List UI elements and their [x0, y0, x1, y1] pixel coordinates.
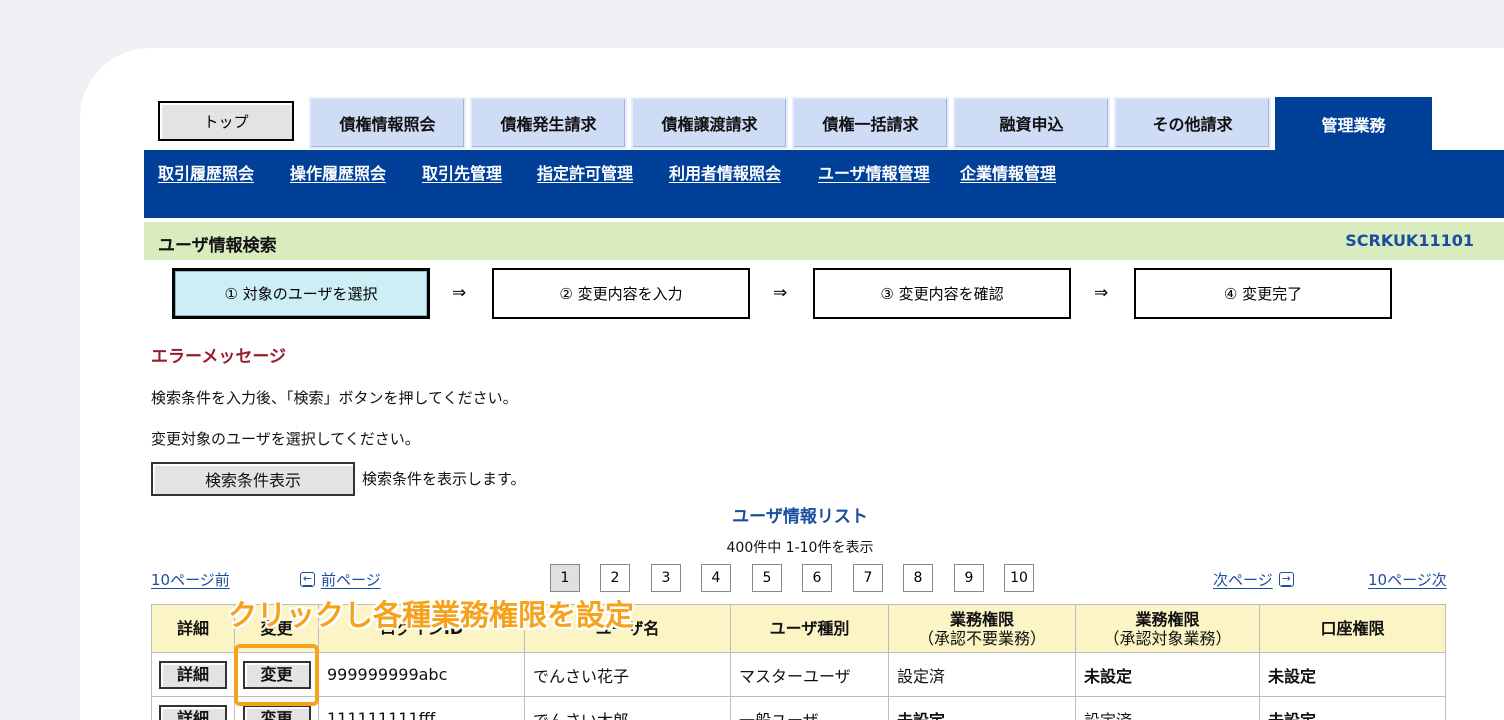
next-page-label: 次ページ: [1213, 571, 1273, 589]
tab-bulk-request[interactable]: 債権一括請求: [792, 97, 949, 149]
prev-10-pages-link[interactable]: 10ページ前: [151, 569, 230, 590]
cell-perm-approval: 未設定: [1075, 652, 1260, 697]
page-7[interactable]: 7: [853, 564, 883, 592]
subnav-user-info-inquiry[interactable]: 利用者情報照会: [669, 160, 781, 184]
prev-page-label: 前ページ: [321, 571, 381, 589]
cell-login-id: 111111111fff: [318, 696, 525, 720]
tab-management[interactable]: 管理業務: [1275, 97, 1432, 151]
list-count: 400件中 1-10件を表示: [726, 540, 874, 556]
page-10[interactable]: 10: [1004, 564, 1034, 592]
cell-perm-approval: 設定済: [1075, 696, 1260, 720]
subnav-partner-management[interactable]: 取引先管理: [422, 160, 502, 184]
arrow-left-icon: ←: [300, 572, 315, 587]
detail-button[interactable]: 詳細: [159, 704, 227, 720]
next-10-pages-link[interactable]: 10ページ次: [1368, 569, 1447, 590]
tab-other-request[interactable]: その他請求: [1114, 97, 1271, 149]
subnav-company-info-management[interactable]: 企業情報管理: [960, 160, 1056, 184]
perm-approval-label: 業務権限: [1135, 609, 1200, 629]
subnav-permission-management[interactable]: 指定許可管理: [537, 160, 633, 184]
col-perm-no-approval: 業務権限 （承認不要業務）: [888, 604, 1076, 653]
cell-account-perm: 未設定: [1259, 696, 1446, 720]
page-3[interactable]: 3: [651, 564, 681, 592]
screen-id: SCRKUK11101: [1345, 231, 1474, 250]
page-9[interactable]: 9: [954, 564, 984, 592]
cell-account-perm: 未設定: [1259, 652, 1446, 697]
prev-page-link[interactable]: ← 前ページ: [300, 569, 381, 590]
subnav-transaction-history[interactable]: 取引履歴照会: [158, 160, 254, 184]
cell-login-id: 999999999abc: [318, 652, 525, 697]
top-button[interactable]: トップ: [158, 101, 294, 141]
tab-loan-application[interactable]: 融資申込: [953, 97, 1110, 149]
cell-perm-no-approval: 未設定: [888, 696, 1076, 720]
change-button-highlight: [234, 644, 319, 706]
show-search-conditions-button[interactable]: 検索条件表示: [151, 462, 355, 496]
next-page-link[interactable]: 次ページ →: [1213, 569, 1294, 590]
instruction-message: 変更対象のユーザを選択してください。: [151, 430, 420, 448]
perm-approval-sub: （承認対象業務）: [1103, 628, 1232, 648]
step-enter-changes: ② 変更内容を入力: [492, 268, 750, 319]
subnav-user-info-management[interactable]: ユーザ情報管理: [818, 160, 930, 184]
page-2[interactable]: 2: [600, 564, 630, 592]
page-4[interactable]: 4: [701, 564, 731, 592]
step-confirm-changes: ③ 変更内容を確認: [813, 268, 1071, 319]
list-title: ユーザ情報リスト: [732, 507, 868, 527]
perm-no-approval-label: 業務権限: [949, 609, 1014, 629]
col-detail: 詳細: [151, 604, 235, 653]
cell-user-type: マスターユーザ: [730, 652, 889, 697]
cell-user-name: でんさい花子: [524, 652, 731, 697]
search-conditions-description: 検索条件を表示します。: [362, 470, 526, 488]
step-arrow: ⇒: [773, 283, 788, 303]
page-6[interactable]: 6: [802, 564, 832, 592]
col-perm-approval: 業務権限 （承認対象業務）: [1075, 604, 1260, 653]
step-complete: ④ 変更完了: [1134, 268, 1392, 319]
page-8[interactable]: 8: [903, 564, 933, 592]
col-user-type: ユーザ種別: [730, 604, 889, 653]
instruction-message: 検索条件を入力後、「検索」ボタンを押してください。: [151, 389, 518, 407]
step-arrow: ⇒: [1094, 283, 1109, 303]
perm-no-approval-sub: （承認不要業務）: [917, 628, 1046, 648]
tab-claim-transfer[interactable]: 債権譲渡請求: [631, 97, 788, 149]
cell-user-name: でんさい太郎: [524, 696, 731, 720]
col-account-perm: 口座権限: [1259, 604, 1446, 653]
table-row: 詳細 変更 111111111fff でんさい太郎 一般ユーザ 未設定 設定済 …: [151, 696, 1446, 720]
page-title: ユーザ情報検索: [158, 236, 277, 256]
tab-claim-inquiry[interactable]: 債権情報照会: [309, 97, 466, 149]
detail-button[interactable]: 詳細: [159, 660, 227, 689]
step-select-user: ① 対象のユーザを選択: [172, 268, 430, 319]
subnav-operation-history[interactable]: 操作履歴照会: [290, 160, 386, 184]
callout-annotation: クリックし各種業務権限を設定: [228, 598, 635, 632]
page-5[interactable]: 5: [752, 564, 782, 592]
step-arrow: ⇒: [452, 283, 467, 303]
title-bar: [144, 222, 1504, 260]
table-row: 詳細 変更 999999999abc でんさい花子 マスターユーザ 設定済 未設…: [151, 652, 1446, 697]
arrow-right-icon: →: [1278, 572, 1294, 587]
cell-user-type: 一般ユーザ: [730, 696, 889, 720]
cell-perm-no-approval: 設定済: [888, 652, 1076, 697]
page-1[interactable]: 1: [550, 564, 580, 592]
error-message-title: エラーメッセージ: [151, 347, 286, 367]
change-button[interactable]: 変更: [242, 704, 311, 720]
tab-claim-issuance[interactable]: 債権発生請求: [470, 97, 627, 149]
